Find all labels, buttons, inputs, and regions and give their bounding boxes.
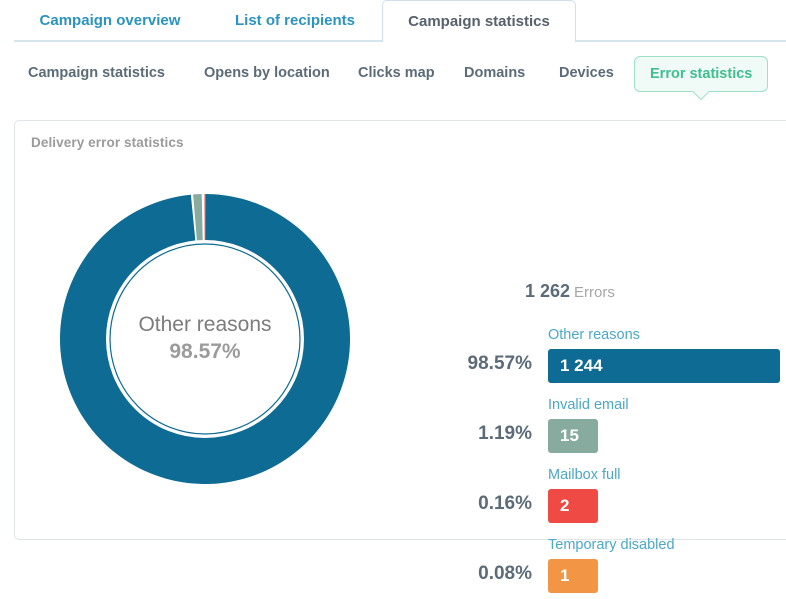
subtab-error-statistics-label: Error statistics (650, 66, 753, 82)
errors-total-value: 1 262 (525, 281, 571, 301)
subtab-devices[interactable]: Devices (559, 56, 614, 90)
legend-bar[interactable]: 1 244 (548, 349, 780, 383)
tab-campaign-statistics[interactable]: Campaign statistics (382, 0, 576, 42)
donut-slice[interactable] (203, 194, 205, 245)
panel-title: Delivery error statistics (31, 135, 184, 150)
subtab-domains[interactable]: Domains (464, 56, 525, 90)
subtab-clicks-map[interactable]: Clicks map (358, 56, 435, 90)
legend-category-link[interactable]: Mailbox full (548, 467, 621, 483)
legend-bar-value: 2 (560, 496, 570, 515)
tab-list-of-recipients-label: List of recipients (234, 12, 356, 29)
legend-bar[interactable]: 2 (548, 489, 598, 523)
legend-category-link[interactable]: Invalid email (548, 397, 629, 413)
legend-bar[interactable]: 15 (548, 419, 598, 453)
legend-row: 0.08% Temporary disabled 1 (435, 529, 786, 599)
legend-bar-value: 1 (560, 566, 570, 585)
subtab-clicks-map-label: Clicks map (358, 65, 435, 81)
legend-percent: 1.19% (478, 423, 532, 444)
tab-campaign-overview-label: Campaign overview (39, 12, 181, 29)
donut-inner-outline (109, 243, 301, 435)
legend-row: 1.19% Invalid email 15 (435, 389, 786, 459)
legend-bar[interactable]: 1 (548, 559, 598, 593)
delivery-error-statistics-panel: Delivery error statistics Other reasons … (14, 120, 786, 593)
errors-total-label: Errors (574, 284, 615, 301)
legend-row: 98.57% Other reasons 1 244 (435, 319, 786, 389)
legend-percent: 0.08% (478, 563, 532, 584)
donut-svg (60, 194, 350, 484)
tab-campaign-overview[interactable]: Campaign overview (18, 0, 202, 41)
primary-tab-bar: Campaign overview List of recipients Cam… (0, 0, 786, 42)
subtab-campaign-statistics-label: Campaign statistics (28, 65, 165, 81)
legend-bar-value: 1 244 (560, 356, 603, 375)
subtab-devices-label: Devices (559, 65, 614, 81)
donut-inner-gap-ring (106, 240, 304, 438)
subtab-domains-label: Domains (464, 65, 526, 81)
donut-slice[interactable] (60, 194, 350, 484)
error-legend-list: 98.57% Other reasons 1 244 1.19% Invalid ema… (435, 319, 786, 599)
legend-bar-value: 15 (560, 426, 579, 445)
tab-campaign-statistics-label: Campaign statistics (408, 13, 550, 30)
errors-total: 1 262 Errors (525, 281, 615, 302)
error-statistics-screen: Campaign overview List of recipients Cam… (0, 0, 786, 593)
legend-row: 0.16% Mailbox full 2 (435, 459, 786, 529)
error-donut-chart: Other reasons 98.57% (45, 179, 365, 499)
subtab-campaign-statistics[interactable]: Campaign statistics (28, 56, 165, 90)
subtab-opens-by-location[interactable]: Opens by location (204, 56, 330, 90)
legend-percent: 98.57% (467, 353, 532, 374)
active-tab-pointer-icon (692, 91, 710, 100)
subtab-opens-by-location-label: Opens by location (204, 65, 330, 81)
legend-percent: 0.16% (478, 493, 532, 514)
tab-list-of-recipients[interactable]: List of recipients (205, 0, 385, 41)
legend-category-link[interactable]: Temporary disabled (548, 537, 675, 553)
secondary-tab-bar: Campaign statistics Opens by location Cl… (0, 56, 786, 102)
legend-category-link[interactable]: Other reasons (548, 327, 640, 343)
subtab-error-statistics[interactable]: Error statistics (634, 56, 769, 92)
